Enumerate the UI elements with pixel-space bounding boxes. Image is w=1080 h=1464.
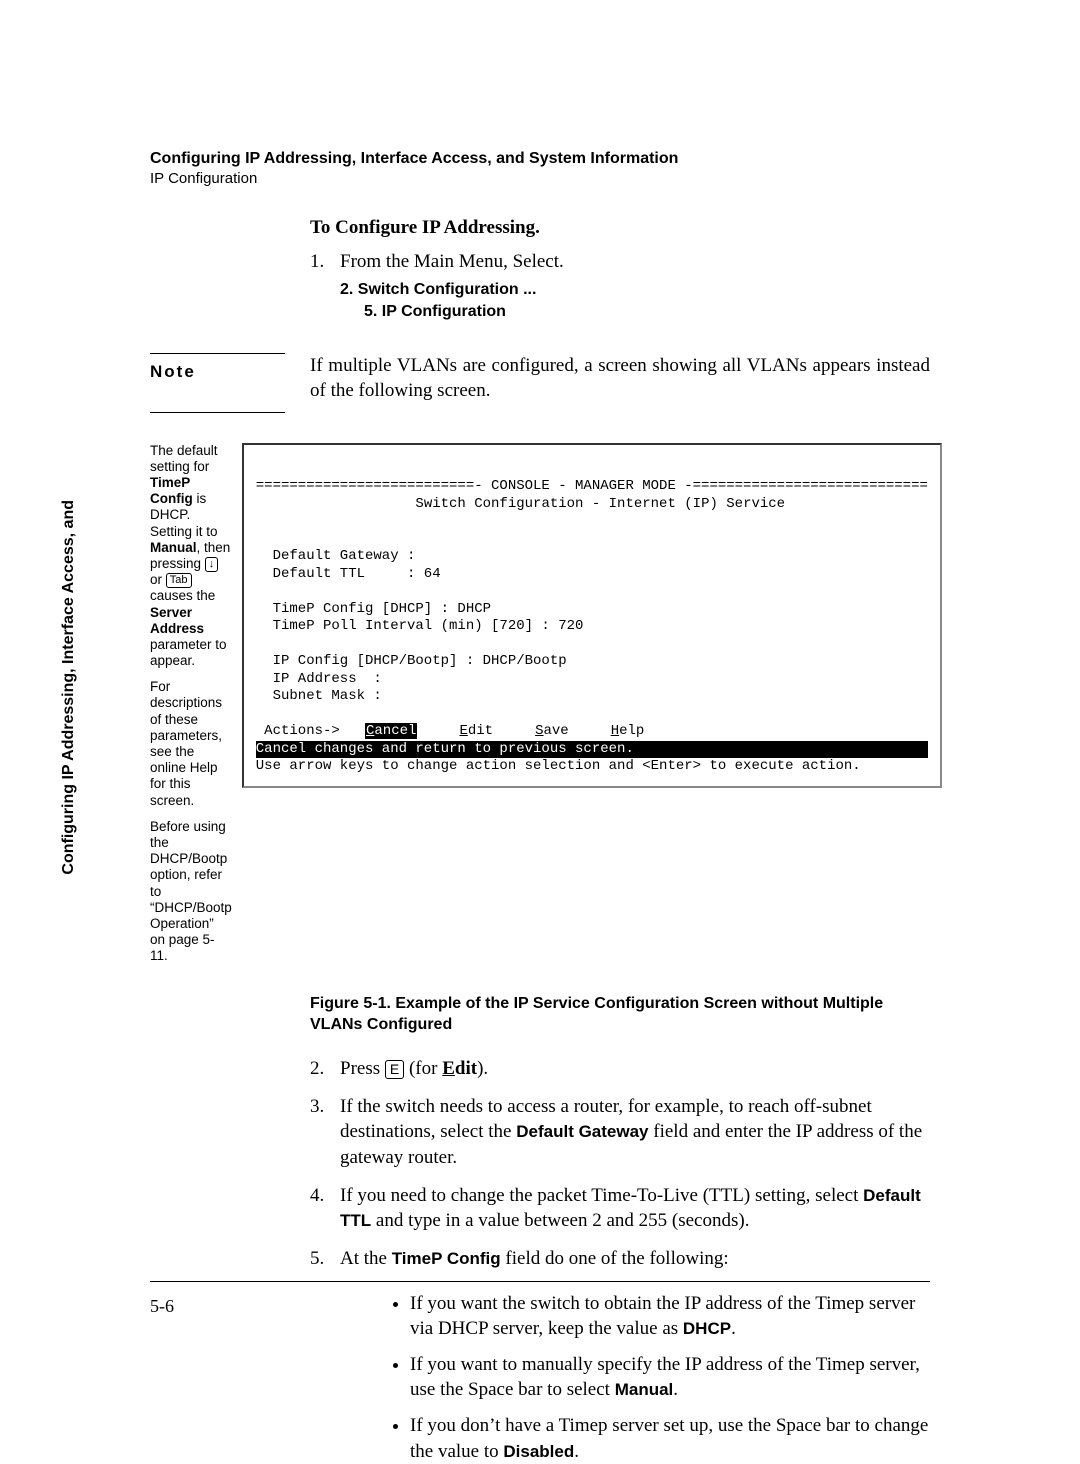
page-number: 5-6 [150,1296,174,1317]
step-1-text: From the Main Menu, Select. [340,249,930,275]
annot-1d: Manual [150,540,197,555]
step-1-sub-1: 2. Switch Configuration ... [340,281,930,299]
bullet-3-post: . [574,1441,579,1462]
console-screen: ==========================- CONSOLE - MA… [242,443,942,788]
console-action-help: HelpHelp [611,723,645,739]
tab-key: Tab [166,573,192,588]
console-subnet-mask: Subnet Mask : [256,688,382,704]
step-5-bullets: If you want the switch to obtain the IP … [370,1291,930,1464]
footer-rule [150,1281,930,1282]
step-4: 4. If you need to change the packet Time… [310,1183,930,1234]
annot-3: Before using the DHCP/Bootp option, refe… [150,819,232,965]
console-timep-poll: TimeP Poll Interval (min) [720] : 720 [256,618,584,634]
console-action-edit: EditEdit [459,723,493,739]
bullet-1: If you want the switch to obtain the IP … [410,1291,930,1342]
side-tab: Configuring IP Addressing, Interface Acc… [60,500,78,875]
step-5: 5. At the TimeP Config field do one of t… [310,1246,930,1272]
step-1-num: 1. [310,249,340,275]
step-5-post: field do one of the following: [501,1248,729,1269]
bullet-3-pre: If you don’t have a Timep server set up,… [410,1415,928,1462]
e-key: E [385,1060,404,1079]
console-title: Switch Configuration - Internet (IP) Ser… [415,496,785,512]
step-1: 1. From the Main Menu, Select. [310,249,930,275]
step-4-pre: If you need to change the packet Time-To… [340,1185,863,1206]
disabled-label: Disabled [503,1442,574,1461]
console-ip-config: IP Config [DHCP/Bootp] : DHCP/Bootp [256,653,567,669]
section-heading: To Configure IP Addressing. [310,217,930,239]
bullet-1-pre: If you want the switch to obtain the IP … [410,1293,915,1340]
step-1-sub-2: 5. IP Configuration [364,303,930,321]
annot-1h: Server Address [150,605,204,636]
annot-2: For descriptions of these parameters, se… [150,679,232,809]
annot-1g: causes the [150,588,215,603]
step-4-post: and type in a value between 2 and 255 (s… [371,1210,749,1231]
console-header-rule: ==========================- CONSOLE - MA… [256,478,928,494]
step-3: 3. If the switch needs to access a route… [310,1094,930,1171]
console-action-save: SaveSave [535,723,569,739]
note-label: Note [150,362,196,381]
step-2: 2. Press E (for EditEdit). [310,1056,930,1082]
edit-underline: E [442,1058,455,1079]
step-2-num: 2. [310,1056,340,1082]
annot-1i: parameter to appear. [150,637,227,668]
down-arrow-key: ↓ [205,557,219,572]
annot-1f: or [150,572,166,587]
console-hint: Use arrow keys to change action selectio… [256,758,861,774]
figure-annotations: The default setting for TimeP Config is … [150,443,242,975]
dhcp-label: DHCP [683,1319,731,1338]
console-actions-label: Actions-> [256,723,365,739]
timep-config-label: TimeP Config [392,1249,501,1268]
console-default-gateway: Default Gateway : [256,548,416,564]
running-sub: IP Configuration [150,170,930,187]
console-status-line: Cancel changes and return to previous sc… [256,741,928,759]
bullet-2-post: . [673,1379,678,1400]
console-ip-address: IP Address : [256,671,382,687]
step-2-pre: Press [340,1058,385,1079]
annot-1b: TimeP Config [150,475,193,506]
annot-1a: The default setting for [150,443,218,474]
bullet-1-post: . [731,1318,736,1339]
console-timep-config: TimeP Config [DHCP] : DHCP [256,601,491,617]
step-2-post2: ). [477,1058,488,1079]
figure-caption: Figure 5-1. Example of the IP Service Co… [310,994,930,1036]
running-head: Configuring IP Addressing, Interface Acc… [150,150,930,168]
note-text: If multiple VLANs are configured, a scre… [310,353,930,404]
default-gateway-label: Default Gateway [516,1122,648,1141]
figure-5-1: The default setting for TimeP Config is … [150,443,930,975]
step-5-num: 5. [310,1246,340,1272]
bullet-2: If you want to manually specify the IP a… [410,1352,930,1403]
step-4-num: 4. [310,1183,340,1234]
console-default-ttl: Default TTL : 64 [256,566,441,582]
console-action-cancel: CCancelancel [365,723,417,739]
step-2-post1: (for [404,1058,442,1079]
step-2-edit-rest: dit [455,1058,477,1079]
step-3-num: 3. [310,1094,340,1171]
step-5-pre: At the [340,1248,392,1269]
bullet-3: If you don’t have a Timep server set up,… [410,1413,930,1464]
